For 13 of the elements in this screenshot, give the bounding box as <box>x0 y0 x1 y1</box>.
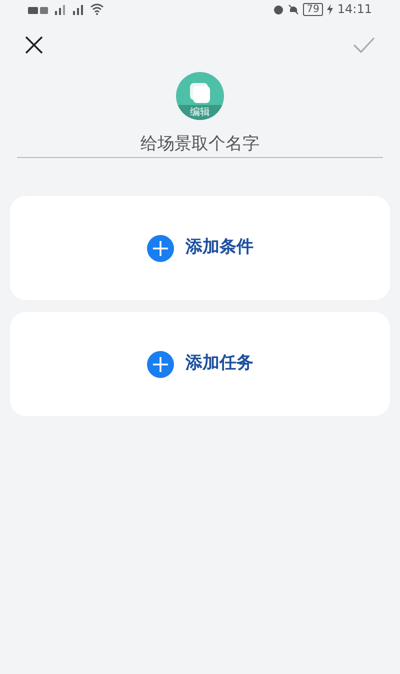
add-button[interactable]: 添加条件 <box>146 234 254 262</box>
signal-icon <box>72 3 86 15</box>
close-button[interactable] <box>24 35 44 55</box>
charging-icon <box>327 4 334 14</box>
plus-icon <box>146 350 174 378</box>
signal-icon <box>54 3 68 15</box>
add-button[interactable]: 添加任务 <box>146 350 254 378</box>
clock-time: 14:11 <box>337 1 372 18</box>
muted-bell-icon <box>288 4 299 14</box>
wifi-icon <box>90 3 104 15</box>
plus-icon <box>146 234 174 262</box>
scene-name-field[interactable]: 给场景取个名字 <box>17 130 383 158</box>
battery-level: 79 <box>302 2 324 16</box>
